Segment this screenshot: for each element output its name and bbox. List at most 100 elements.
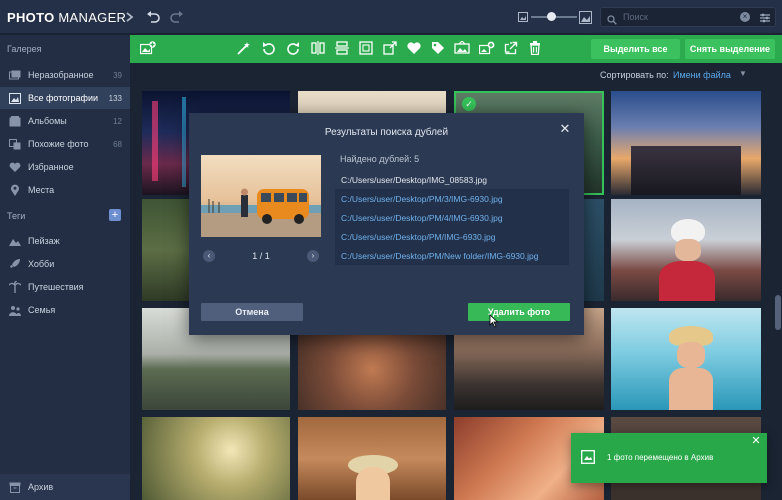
top-bar: PHOTO MANAGER × [0, 0, 782, 34]
original-file-path[interactable]: C:/Users/user/Desktop/IMG_08583.jpg [335, 170, 569, 189]
album-icon [8, 114, 22, 128]
family-icon [8, 303, 22, 317]
sidebar-item-label: Похожие фото [28, 139, 89, 149]
magic-wand-icon[interactable] [236, 40, 252, 56]
small-thumbnail-icon[interactable] [515, 9, 531, 25]
collapse-sidebar-icon[interactable] [122, 9, 138, 25]
palm-tree-icon [8, 280, 22, 294]
flip-horizontal-icon[interactable] [310, 40, 326, 56]
close-icon[interactable]: ✕ [558, 122, 572, 136]
duplicate-file-path[interactable]: C:/Users/user/Desktop/PM/3/IMG-6930.jpg [335, 189, 569, 208]
flip-vertical-icon[interactable] [334, 40, 350, 56]
grid-scrollbar[interactable] [775, 295, 781, 330]
close-icon[interactable]: ✕ [750, 435, 762, 447]
rocket-icon [8, 257, 22, 271]
rotate-left-icon[interactable] [261, 40, 277, 56]
search-input[interactable] [623, 10, 753, 24]
duplicate-file-path[interactable]: C:/Users/user/Desktop/PM/4/IMG-6930.jpg [335, 208, 569, 227]
search-icon [607, 12, 617, 30]
zoom-slider-knob[interactable] [547, 12, 556, 21]
undo-icon[interactable] [145, 9, 161, 25]
gallery-heading: Галерея [7, 44, 42, 54]
crop-frame-icon[interactable] [358, 40, 374, 56]
sort-by-dropdown[interactable]: Имени файла [673, 70, 731, 80]
archive-box-icon [581, 450, 595, 464]
sidebar-item-label: Неразобранное [28, 70, 94, 80]
sidebar-item-unsorted[interactable]: Неразобранное 39 [0, 64, 130, 86]
photo-thumbnail[interactable] [611, 308, 761, 410]
notification-text: 1 фото перемещено в Архив [607, 453, 714, 462]
archive-label: Архив [28, 482, 54, 492]
filter-icon[interactable] [759, 11, 771, 29]
cancel-button[interactable]: Отмена [201, 303, 303, 321]
sidebar-item-all-photos[interactable]: Все фотографии 133 [0, 87, 130, 109]
duplicate-results-dialog: Результаты поиска дублей ✕ ‹ 1 / 1 › Най… [189, 113, 584, 335]
sidebar-tag-hobby[interactable]: Хобби [0, 253, 130, 275]
app-logo: PHOTO MANAGER [7, 10, 126, 25]
sidebar-item-label: Альбомы [28, 116, 67, 126]
rotate-right-icon[interactable] [285, 40, 301, 56]
sidebar-tag-travel[interactable]: Путешествия [0, 276, 130, 298]
sidebar-item-label: Хобби [28, 259, 55, 269]
add-tag-button[interactable]: + [109, 209, 121, 221]
photo-thumbnail[interactable] [298, 417, 446, 500]
search-box[interactable]: × [600, 7, 776, 27]
sidebar-item-label: Путешествия [28, 282, 84, 292]
find-duplicates-icon[interactable] [479, 40, 495, 56]
tags-heading: Теги [7, 211, 26, 221]
photo-thumbnail[interactable] [611, 91, 761, 195]
large-thumbnail-icon[interactable] [577, 9, 593, 25]
duplicates-found-count: Найдено дублей: 5 [340, 154, 420, 164]
chevron-down-icon[interactable]: ▼ [739, 69, 747, 78]
share-export-icon[interactable] [503, 40, 519, 56]
pager-text: 1 / 1 [252, 251, 270, 261]
action-toolbar: Выделить все Снять выделение [130, 35, 782, 63]
sidebar-item-label: Все фотографии [28, 93, 99, 103]
tag-icon[interactable] [430, 40, 446, 56]
resize-icon[interactable] [382, 40, 398, 56]
select-all-button[interactable]: Выделить все [591, 39, 680, 59]
sidebar-item-albums[interactable]: Альбомы 12 [0, 110, 130, 132]
preview-pager: ‹ 1 / 1 › [201, 250, 321, 264]
similar-photos-icon [8, 137, 22, 151]
photo-thumbnail[interactable] [142, 417, 290, 500]
duplicate-file-path[interactable]: C:/Users/user/Desktop/PM/New folder/IMG-… [335, 246, 569, 265]
dialog-title: Результаты поиска дублей [324, 127, 449, 138]
sidebar-item-label: Пейзаж [28, 236, 60, 246]
sidebar-item-places[interactable]: Места [0, 179, 130, 201]
sidebar-item-archive[interactable]: Архив [0, 474, 130, 500]
import-photos-icon[interactable] [140, 40, 156, 56]
inbox-icon [8, 68, 22, 82]
sidebar-item-similar[interactable]: Похожие фото 68 [0, 133, 130, 155]
mouse-cursor-icon [489, 314, 499, 328]
archive-box-icon [8, 480, 22, 494]
slideshow-icon[interactable] [454, 40, 470, 56]
heart-icon [8, 160, 22, 174]
sidebar-item-favorites[interactable]: Избранное [0, 156, 130, 178]
sidebar-tag-family[interactable]: Семья [0, 299, 130, 321]
sidebar-item-count: 12 [113, 116, 122, 126]
duplicate-preview-image [201, 155, 321, 237]
deselect-button[interactable]: Снять выделение [685, 39, 775, 59]
trash-icon[interactable] [527, 40, 543, 56]
sidebar-item-count: 133 [108, 93, 122, 103]
app-logo-light: MANAGER [54, 10, 127, 25]
clear-search-icon[interactable]: × [740, 12, 750, 22]
sort-label: Сортировать по: [600, 70, 669, 80]
photo-icon [8, 91, 22, 105]
sidebar-item-label: Семья [28, 305, 56, 315]
next-arrow-icon[interactable]: › [307, 250, 319, 262]
heart-icon[interactable] [406, 40, 422, 56]
sidebar-item-count: 39 [113, 70, 122, 80]
landscape-icon [8, 234, 22, 248]
photo-thumbnail[interactable] [611, 199, 761, 301]
sort-bar: Сортировать по: Имени файла ▼ [130, 63, 782, 87]
sidebar-item-count: 68 [113, 139, 122, 149]
delete-photos-button[interactable]: Удалить фото [468, 303, 570, 321]
location-pin-icon [8, 183, 22, 197]
app-logo-bold: PHOTO [7, 10, 55, 25]
duplicate-file-path[interactable]: C:/Users/user/Desktop/PM/IMG-6930.jpg [335, 227, 569, 246]
redo-icon[interactable] [169, 9, 185, 25]
sidebar-tag-landscape[interactable]: Пейзаж [0, 230, 130, 252]
sidebar-item-label: Избранное [28, 162, 74, 172]
